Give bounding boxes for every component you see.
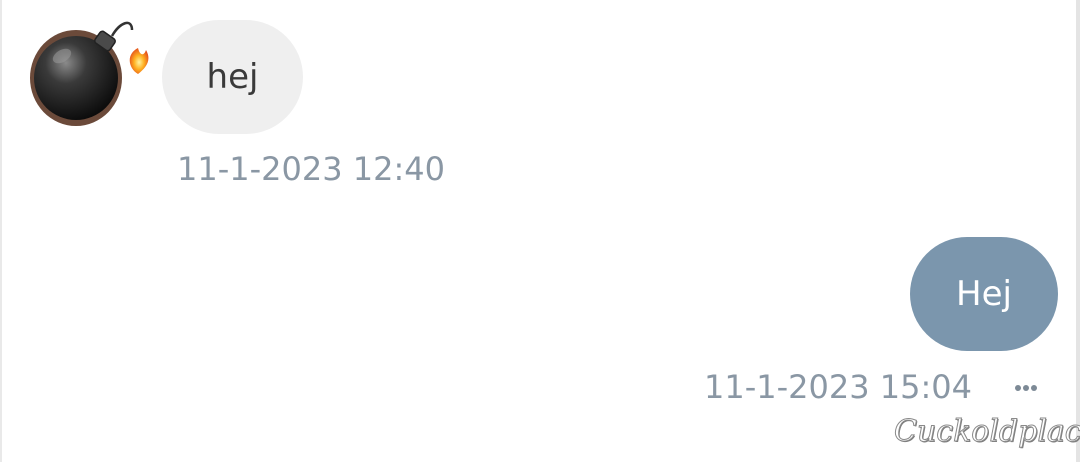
incoming-message-text: hej (206, 57, 259, 97)
more-dots-icon (1015, 385, 1037, 391)
bomb-icon (30, 21, 149, 126)
watermark-logo: Cuckoldplace (894, 408, 1080, 456)
outgoing-message-bubble[interactable]: Hej (910, 237, 1058, 351)
message-options-button[interactable] (1010, 374, 1042, 402)
incoming-message-bubble[interactable]: hej (162, 20, 303, 134)
watermark-text: Cuckoldplace (894, 414, 1080, 450)
outgoing-message-timestamp: 11-1-2023 15:04 (704, 368, 972, 406)
chat-conversation: hej 11-1-2023 12:40 Hej 11-1-2023 15:04 … (0, 0, 1080, 462)
outgoing-message-text: Hej (956, 274, 1012, 314)
incoming-message-timestamp: 11-1-2023 12:40 (177, 150, 445, 188)
avatar[interactable] (28, 16, 156, 132)
